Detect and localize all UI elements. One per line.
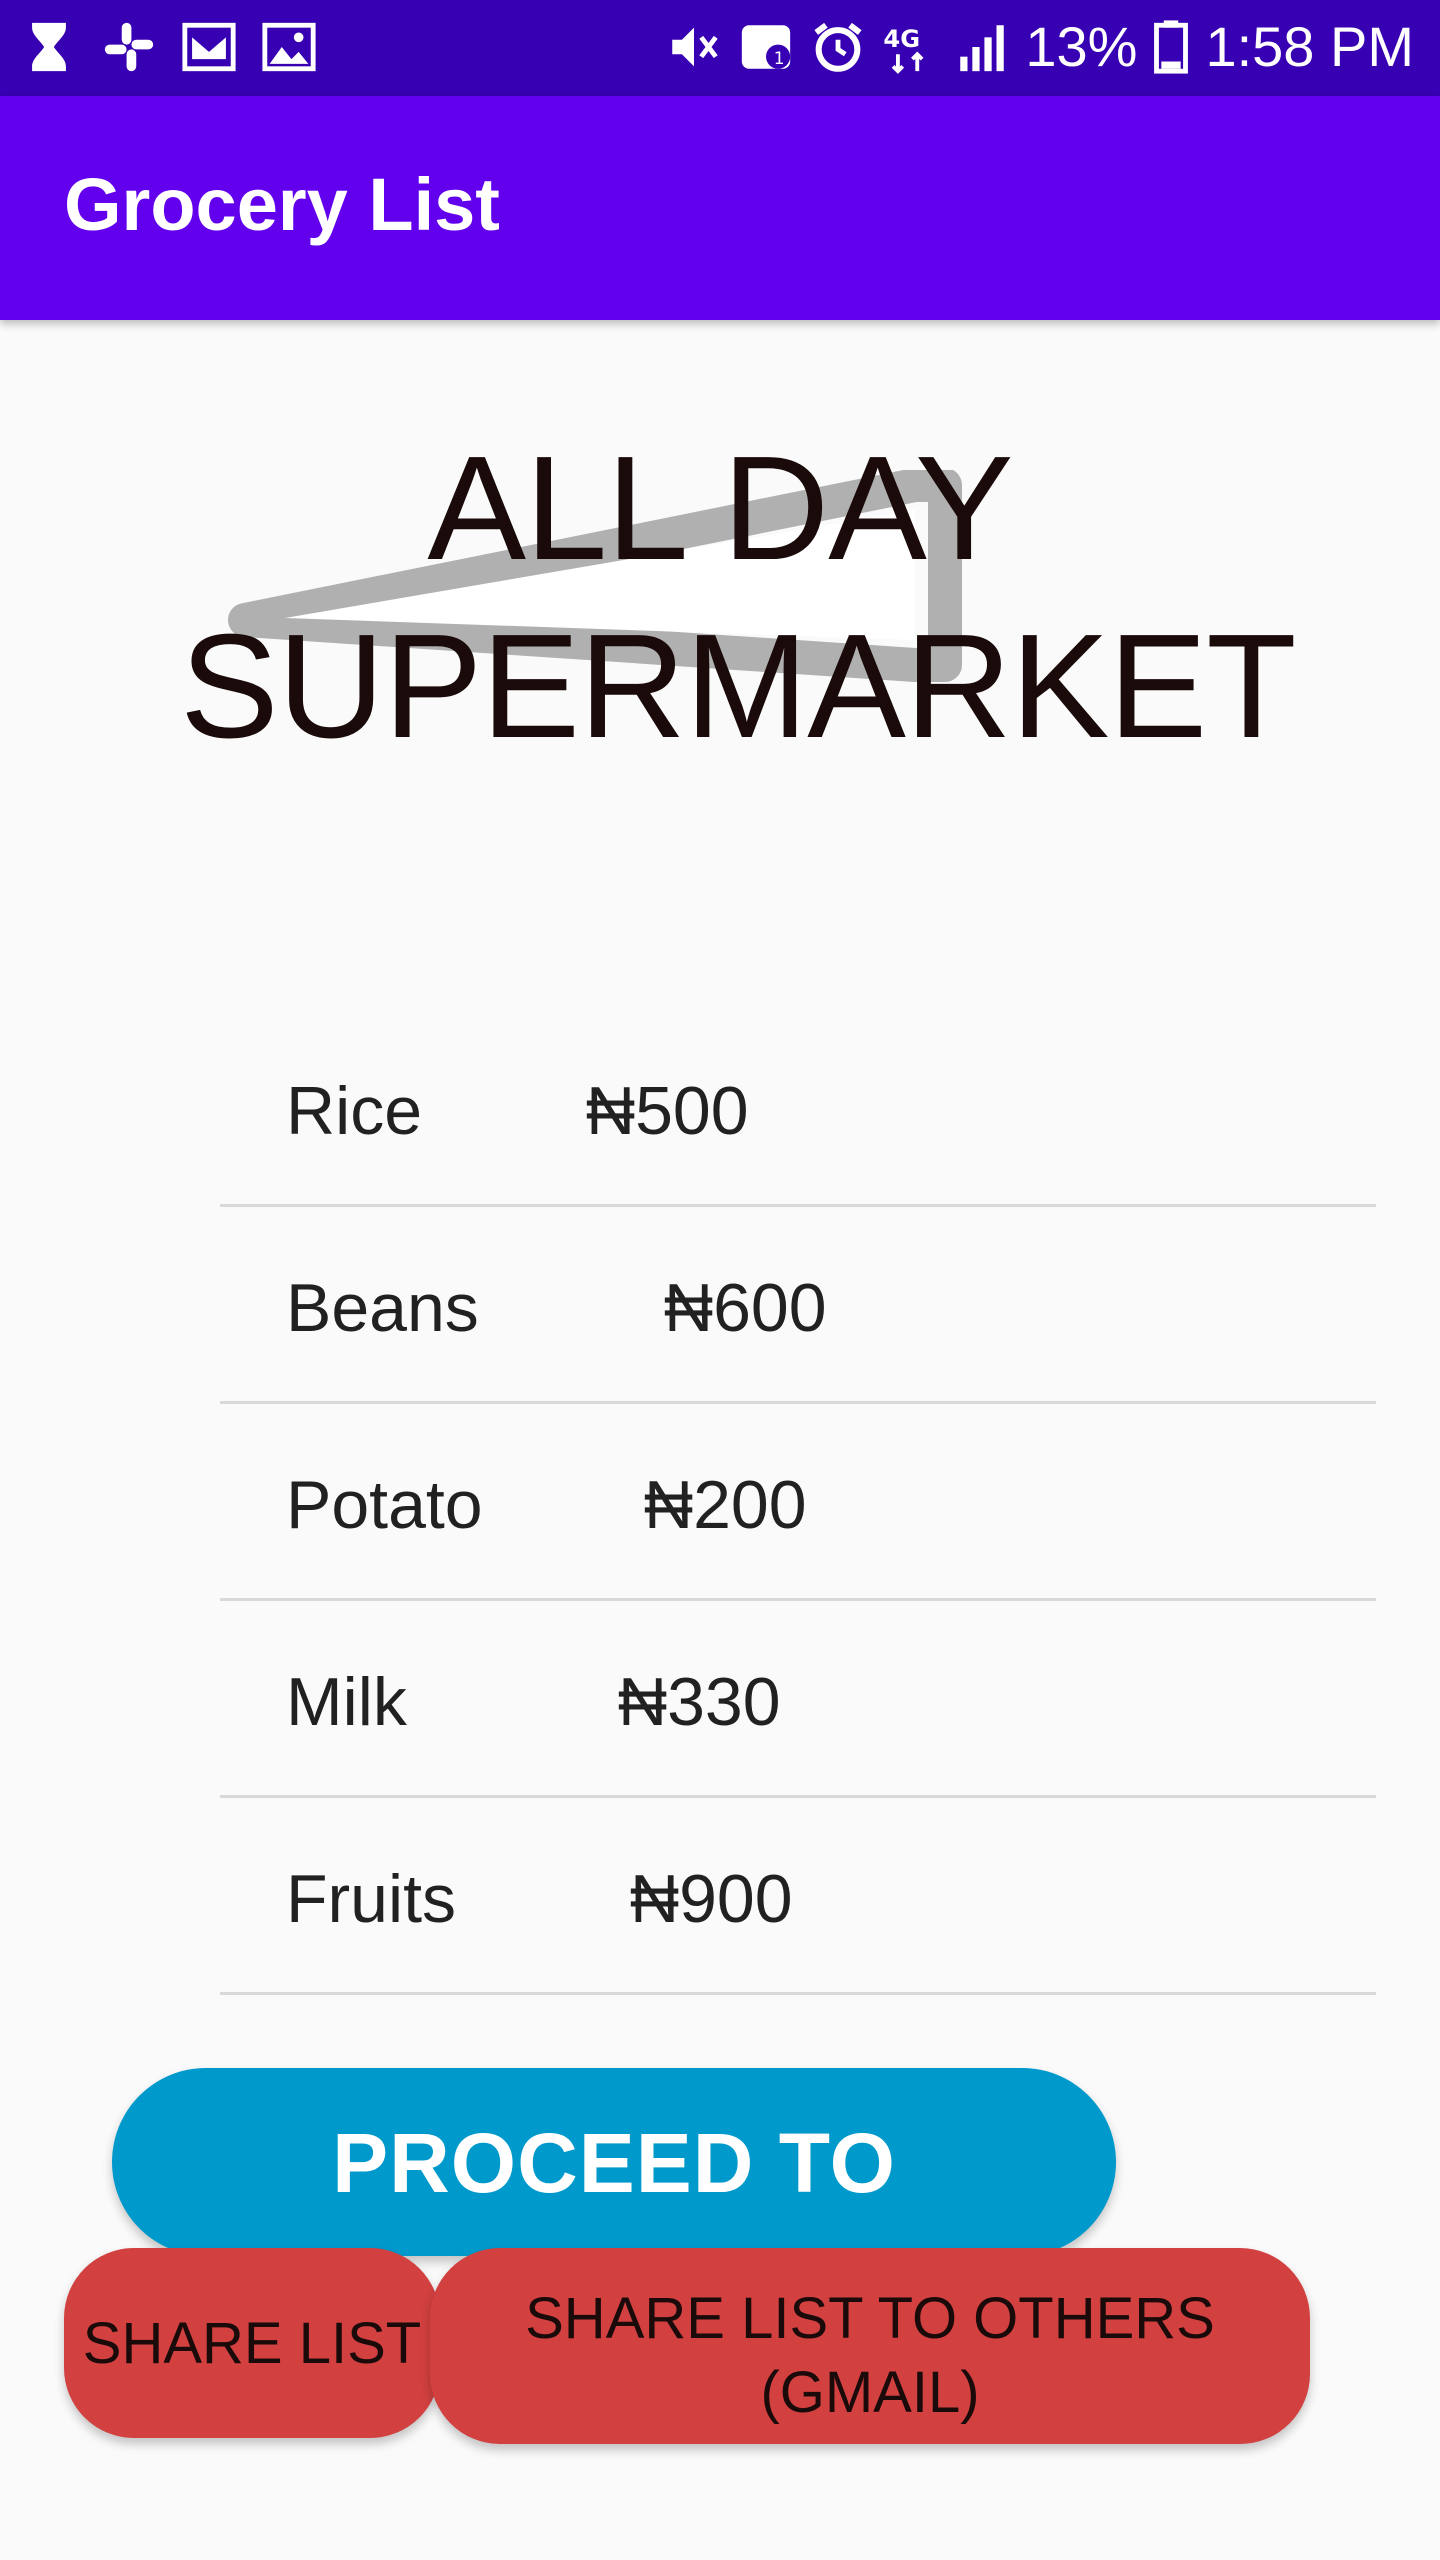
notification-icons	[20, 18, 318, 76]
item-price: ₦200	[644, 1467, 807, 1543]
signal-icon	[953, 18, 1011, 76]
item-price: ₦500	[586, 1073, 749, 1149]
item-price: ₦330	[618, 1664, 781, 1740]
list-item[interactable]: Milk ₦330	[220, 1601, 1376, 1798]
image-icon	[260, 18, 318, 76]
alarm-icon	[809, 18, 867, 76]
item-name: Potato	[286, 1467, 483, 1543]
list-item[interactable]: Potato ₦200	[220, 1404, 1376, 1601]
store-name-line1: ALL DAY	[427, 426, 1013, 591]
mail-icon	[180, 18, 238, 76]
svg-text:4G: 4G	[884, 25, 921, 53]
grocery-list: Rice ₦500 Beans ₦600 Potato ₦200 Milk ₦3…	[220, 1010, 1376, 1995]
list-item[interactable]: Beans ₦600	[220, 1207, 1376, 1404]
store-banner: ALL DAY SUPERMARKET	[180, 420, 1297, 769]
item-price: ₦900	[630, 1861, 793, 1937]
system-icons: 1 4G 13% 1:58 PM	[665, 14, 1414, 79]
item-name: Rice	[286, 1073, 423, 1149]
item-price: ₦600	[664, 1270, 827, 1346]
share-gmail-label-line1: SHARE LIST TO OTHERS	[525, 2285, 1215, 2351]
app-title: Grocery List	[64, 163, 500, 246]
share-list-button[interactable]: SHARE LIST	[64, 2248, 440, 2438]
svg-text:1: 1	[774, 47, 785, 67]
status-bar: 1 4G 13% 1:58 PM	[0, 0, 1440, 96]
list-item[interactable]: Fruits ₦900	[220, 1798, 1376, 1995]
battery-icon	[1151, 18, 1191, 76]
wifi-call-icon: 1	[737, 18, 795, 76]
list-item[interactable]: Rice ₦500	[220, 1010, 1376, 1207]
item-name: Fruits	[286, 1861, 456, 1937]
item-name: Beans	[286, 1270, 479, 1346]
battery-percent: 13%	[1025, 15, 1138, 78]
store-name: ALL DAY SUPERMARKET	[180, 420, 1297, 776]
app-bar: Grocery List	[0, 96, 1440, 320]
mute-icon	[665, 18, 723, 76]
share-gmail-label-line2: (GMAIL)	[760, 2359, 980, 2425]
item-name: Milk	[286, 1664, 407, 1740]
store-name-line2: SUPERMARKET	[180, 604, 1297, 769]
slack-icon	[100, 18, 158, 76]
share-list-gmail-button[interactable]: SHARE LIST TO OTHERS (GMAIL)	[430, 2248, 1310, 2444]
4g-lte-icon: 4G	[881, 18, 939, 76]
clock: 1:58 PM	[1205, 15, 1414, 78]
hourglass-icon	[20, 18, 78, 76]
proceed-to-checkout-button[interactable]: PROCEED TO CHECKOUT	[112, 2068, 1116, 2398]
